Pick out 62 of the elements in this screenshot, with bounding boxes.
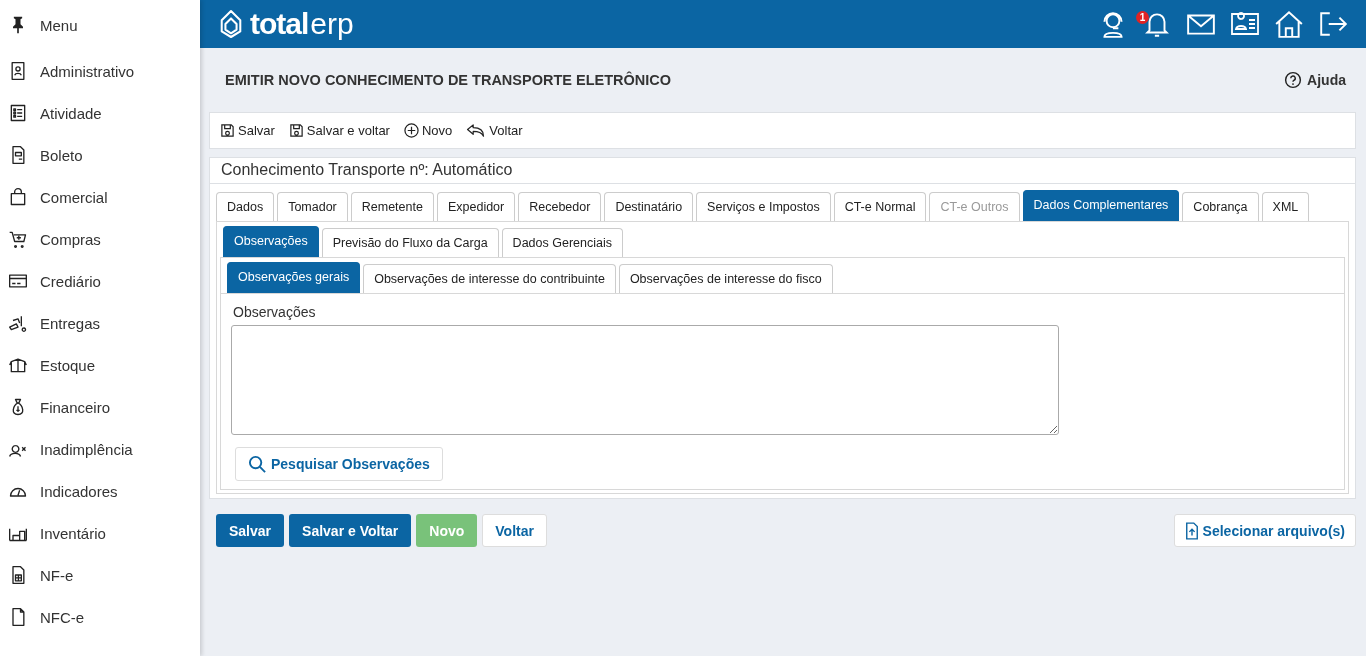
- search-icon: [248, 454, 267, 474]
- tab[interactable]: CT-e Normal: [833, 192, 927, 221]
- save-button[interactable]: Salvar: [220, 123, 275, 138]
- logo-text: erp: [310, 7, 354, 41]
- logout-icon[interactable]: [1318, 9, 1348, 39]
- reply-arrow-icon: [466, 123, 487, 138]
- sidebar-item[interactable]: Administrativo: [40, 62, 135, 80]
- sidebar-item[interactable]: Indicadores: [40, 482, 118, 500]
- help-icon: [1284, 71, 1303, 89]
- sidebar-item[interactable]: Inadimplência: [40, 440, 133, 458]
- tab[interactable]: Observações: [223, 226, 319, 257]
- tab[interactable]: Previsão do Fluxo da Carga: [321, 228, 499, 257]
- sidebar-item[interactable]: Atividade: [40, 104, 102, 122]
- action-button[interactable]: Voltar: [482, 514, 547, 547]
- sidebar-item[interactable]: Crediário: [40, 272, 101, 290]
- list-icon: [8, 103, 28, 123]
- home-icon[interactable]: [1274, 9, 1304, 39]
- sidebar-item[interactable]: Compras: [40, 230, 101, 248]
- back-button[interactable]: Voltar: [466, 123, 523, 138]
- sidebar-item[interactable]: NF-e: [40, 566, 74, 584]
- cart-icon: [8, 229, 28, 249]
- action-button[interactable]: Salvar: [216, 514, 285, 547]
- tab[interactable]: Dados Complementares: [1022, 190, 1180, 221]
- sidebar-item[interactable]: Boleto: [40, 146, 83, 164]
- sidebar-item[interactable]: Comercial: [40, 188, 108, 206]
- tab[interactable]: Observações gerais: [227, 262, 361, 293]
- menu-title[interactable]: Menu: [40, 16, 78, 34]
- sidebar-item[interactable]: Entregas: [40, 314, 101, 332]
- file-upload-icon: [1184, 521, 1199, 540]
- tab[interactable]: Observações de interesse do fisco: [618, 264, 833, 293]
- sidebar-item[interactable]: Estoque: [40, 356, 96, 374]
- tab[interactable]: Dados Gerenciais: [501, 228, 623, 257]
- tab[interactable]: Observações de interesse do contribuinte: [363, 264, 616, 293]
- observations-field[interactable]: [231, 325, 1059, 435]
- action-button[interactable]: Salvar e Voltar: [289, 514, 412, 547]
- search-button[interactable]: Pesquisar Observações: [235, 447, 443, 481]
- logo-icon: [218, 8, 244, 40]
- tab[interactable]: Recebedor: [518, 192, 602, 221]
- form-title: Conhecimento Transporte nº: Automático: [210, 158, 1355, 184]
- file-select-button[interactable]: Selecionar arquivo(s): [1173, 514, 1356, 547]
- tab[interactable]: Destinatário: [604, 192, 694, 221]
- tab[interactable]: Tomador: [277, 192, 348, 221]
- bag-icon: [8, 187, 28, 207]
- tab[interactable]: Cobrança: [1182, 192, 1259, 221]
- tab[interactable]: Remetente: [350, 192, 434, 221]
- floppy-icon: [288, 123, 304, 138]
- tab[interactable]: XML: [1261, 192, 1310, 221]
- tab[interactable]: Serviços e Impostos: [696, 192, 831, 221]
- logo-text: total: [250, 7, 309, 41]
- page-title: EMITIR NOVO CONHECIMENTO DE TRANSPORTE ELETRÔNICO: [225, 72, 672, 88]
- sidebar-item[interactable]: NFC-e: [40, 608, 85, 626]
- new-button[interactable]: Novo: [403, 123, 453, 138]
- sidebar-item[interactable]: Inventário: [40, 524, 106, 542]
- notification-badge: 1: [1136, 11, 1149, 24]
- help-link[interactable]: Ajuda: [1284, 71, 1346, 89]
- floppy-icon: [220, 123, 235, 138]
- sidebar-item[interactable]: Financeiro: [40, 398, 111, 416]
- tab[interactable]: Dados: [216, 192, 275, 221]
- save-button[interactable]: Salvar e voltar: [288, 123, 390, 138]
- field-label: Observações: [233, 304, 316, 320]
- plus-circle-icon: [403, 123, 419, 138]
- tab[interactable]: Expedidor: [436, 192, 516, 221]
